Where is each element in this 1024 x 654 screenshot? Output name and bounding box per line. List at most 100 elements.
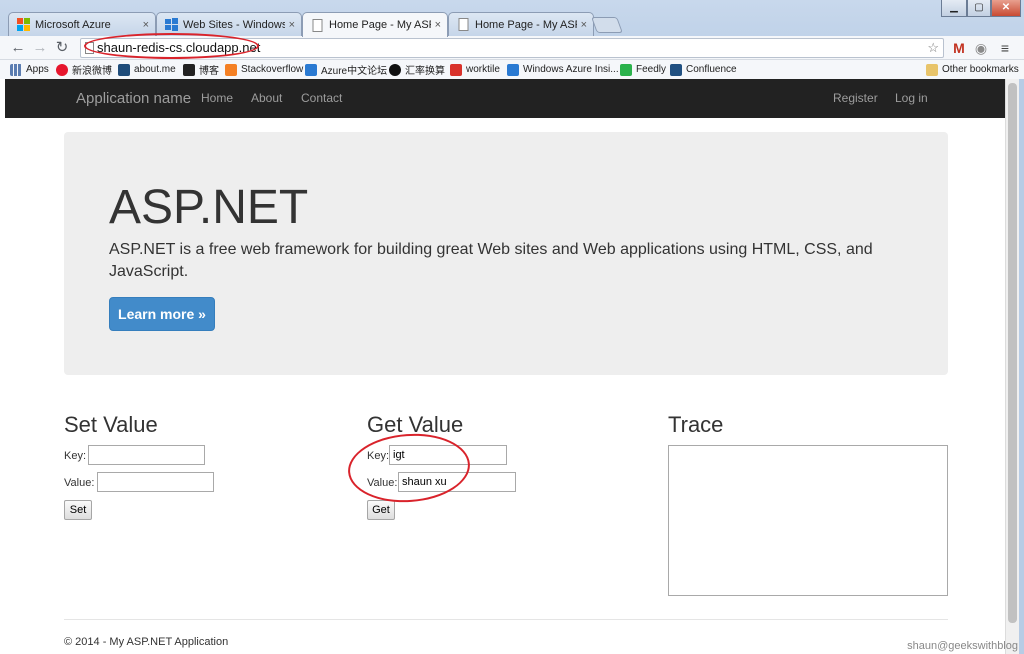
window-frame	[1019, 79, 1024, 654]
tab-title: Web Sites - Windows Azu	[183, 18, 285, 31]
nav-register[interactable]: Register	[833, 79, 878, 118]
bookmark-aboutme[interactable]: about.me	[118, 62, 176, 77]
bookmark-weibo[interactable]: 新浪微博	[56, 62, 112, 77]
bookmarks-bar: Apps 新浪微博 about.me 博客 Stackoverflow Azur…	[0, 60, 1024, 79]
tab-web-sites[interactable]: Web Sites - Windows Azu ×	[156, 12, 302, 36]
tab-microsoft-azure[interactable]: Microsoft Azure ×	[8, 12, 156, 36]
close-tab-icon[interactable]: ×	[435, 19, 441, 31]
get-value-input[interactable]	[398, 472, 516, 492]
menu-icon[interactable]: ≡	[996, 38, 1014, 58]
tab-home-page-2[interactable]: Home Page - My ASP.NE ×	[448, 12, 594, 36]
get-key-label: Key:	[367, 450, 390, 462]
windows-logo-icon	[507, 63, 519, 76]
footer-text: © 2014 - My ASP.NET Application	[64, 636, 229, 648]
page-icon	[457, 18, 470, 31]
bookmark-label: Feedly	[636, 64, 667, 75]
close-tab-icon[interactable]: ×	[289, 19, 295, 31]
tab-title: Microsoft Azure	[35, 18, 111, 31]
bookmark-stackoverflow[interactable]: Stackoverflow	[225, 62, 303, 77]
forward-arrow-icon[interactable]: →	[31, 39, 49, 57]
bookmark-star-icon[interactable]: ☆	[927, 39, 939, 57]
bookmark-label: Confluence	[686, 64, 737, 75]
address-bar[interactable]: shaun-redis-cs.cloudapp.net ☆	[80, 38, 944, 58]
bookmark-label: Windows Azure Insi...	[523, 64, 619, 75]
trace-textarea[interactable]	[668, 445, 948, 596]
weibo-icon	[56, 63, 68, 76]
get-value-label: Value:	[367, 477, 398, 489]
bookmark-label: Azure中文论坛	[321, 66, 388, 77]
stackoverflow-icon	[225, 63, 237, 76]
browser-toolbar: ← → ↻ shaun-redis-cs.cloudapp.net ☆ M ◉ …	[0, 33, 1024, 60]
bookmark-feedly[interactable]: Feedly	[620, 62, 666, 77]
bookmark-label: 博客	[199, 66, 219, 77]
other-bookmarks[interactable]: Other bookmarks	[926, 62, 1019, 77]
set-key-label: Key:	[64, 450, 87, 462]
set-button[interactable]: Set	[64, 500, 92, 520]
bookmark-label: about.me	[134, 64, 176, 75]
trace-heading: Trace	[668, 412, 724, 437]
maximize-button[interactable]: ▢	[967, 0, 991, 17]
page-icon	[85, 42, 94, 54]
bookmark-windows-azure[interactable]: Windows Azure Insi...	[507, 62, 619, 77]
minimize-button[interactable]: ▁	[941, 0, 967, 17]
bookmark-apps[interactable]: Apps	[10, 62, 49, 77]
bookmark-confluence[interactable]: Confluence	[670, 62, 737, 77]
tab-strip: Microsoft Azure × Web Sites - Windows Az…	[8, 12, 924, 37]
confluence-icon	[670, 63, 682, 76]
bookmark-blog[interactable]: 博客	[183, 62, 219, 77]
folder-icon	[926, 63, 938, 76]
get-value-heading: Get Value	[367, 412, 464, 437]
page-scrollbar[interactable]	[1005, 79, 1019, 654]
bookmark-label: 汇率换算	[405, 66, 445, 77]
feedly-icon	[620, 63, 632, 76]
aboutme-icon	[118, 63, 130, 76]
bookmark-worktile[interactable]: worktile	[450, 62, 500, 77]
globe-icon[interactable]: ◉	[972, 38, 990, 58]
nav-home[interactable]: Home	[201, 79, 233, 118]
get-key-input[interactable]	[389, 445, 507, 465]
nav-contact[interactable]: Contact	[301, 79, 342, 118]
bookmark-label: Stackoverflow	[241, 64, 304, 75]
apps-grid-icon	[10, 63, 22, 76]
tab-title: Home Page - My ASP.NET	[329, 19, 431, 31]
nav-about[interactable]: About	[251, 79, 282, 118]
page-icon	[311, 18, 324, 32]
close-tab-icon[interactable]: ×	[143, 19, 149, 31]
brand-link[interactable]: Application name	[76, 79, 191, 118]
get-button[interactable]: Get	[367, 500, 395, 520]
back-arrow-icon[interactable]: ←	[9, 39, 27, 57]
set-value-label: Value:	[64, 477, 95, 489]
page-viewport: Application name Home About Contact Regi…	[5, 79, 1005, 654]
set-value-input[interactable]	[97, 472, 214, 492]
nav-login[interactable]: Log in	[895, 79, 928, 118]
annotation-circle-get	[345, 429, 473, 507]
reload-icon[interactable]: ↻	[53, 39, 71, 57]
bookmark-exchange[interactable]: 汇率换算	[389, 62, 445, 77]
new-tab-button[interactable]	[591, 17, 623, 33]
bookmark-azure-forum[interactable]: Azure中文论坛	[305, 62, 387, 77]
bookmark-label: Apps	[26, 64, 49, 75]
navbar: Application name Home About Contact Regi…	[5, 79, 1005, 118]
bookmark-label: Other bookmarks	[942, 64, 1019, 75]
close-window-button[interactable]: ✕	[991, 0, 1021, 17]
tab-home-page-active[interactable]: Home Page - My ASP.NET ×	[302, 12, 448, 37]
close-tab-icon[interactable]: ×	[581, 19, 587, 31]
url-text: shaun-redis-cs.cloudapp.net	[97, 40, 261, 55]
bookmark-label: worktile	[466, 64, 500, 75]
windows-logo-icon	[165, 18, 178, 31]
jumbotron: ASP.NET ASP.NET is a free web framework …	[64, 132, 948, 375]
set-key-input[interactable]	[88, 445, 205, 465]
gmail-icon[interactable]: M	[949, 38, 969, 58]
blog-icon	[183, 63, 195, 76]
learn-more-button[interactable]: Learn more »	[109, 297, 215, 331]
exchange-icon	[389, 63, 401, 76]
set-value-heading: Set Value	[64, 412, 158, 437]
jumbotron-lead: ASP.NET is a free web framework for buil…	[109, 241, 873, 280]
bookmark-label: 新浪微博	[72, 66, 112, 77]
browser-chrome: Microsoft Azure × Web Sites - Windows Az…	[0, 0, 1024, 79]
tab-title: Home Page - My ASP.NE	[475, 18, 577, 31]
azure-icon	[305, 63, 317, 76]
scrollbar-thumb[interactable]	[1008, 83, 1017, 623]
worktile-icon	[450, 63, 462, 76]
footer-divider	[64, 619, 948, 620]
